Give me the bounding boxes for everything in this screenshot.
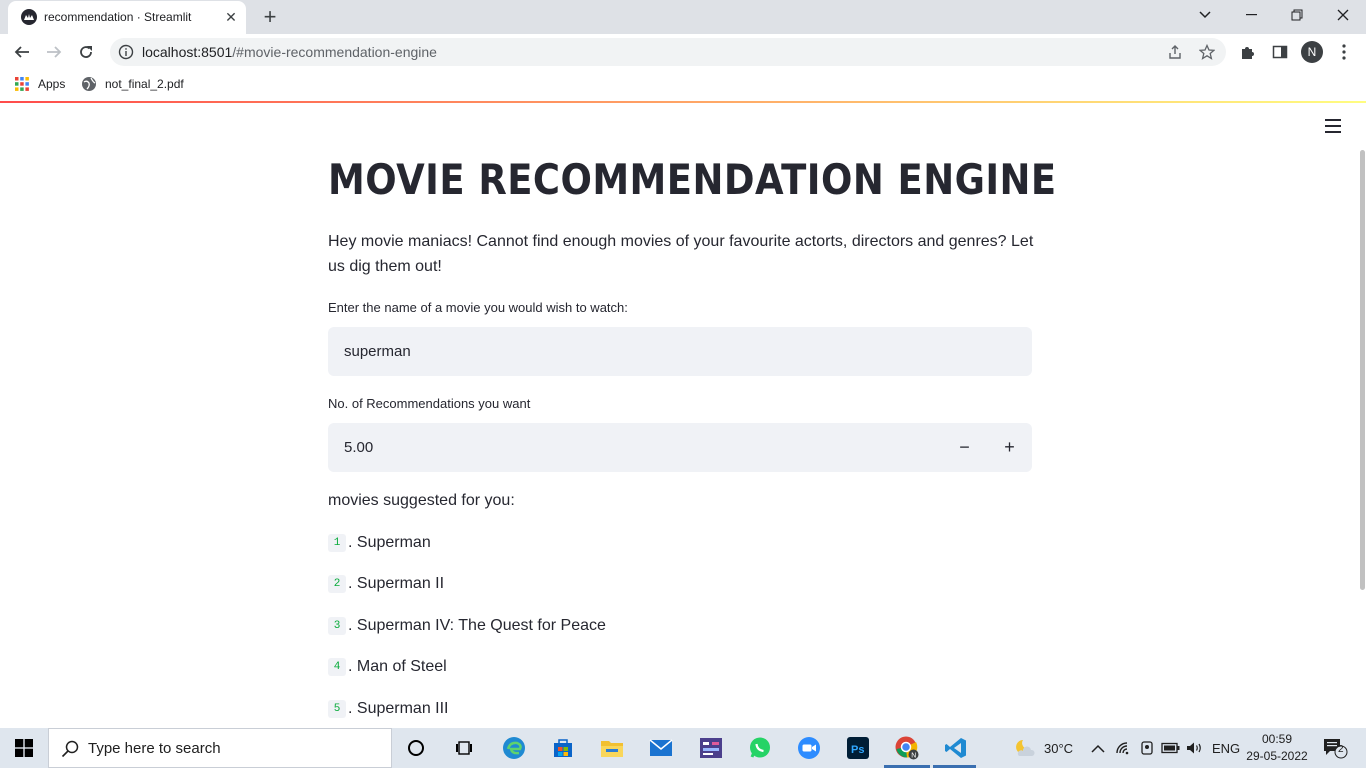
restore-button[interactable] (1274, 0, 1320, 30)
movie-name-input-container (328, 327, 1032, 376)
photoshop-icon[interactable]: Ps (844, 734, 872, 762)
svg-text:N: N (911, 753, 916, 760)
recommendation-item: 5 . Superman III (328, 700, 449, 718)
reload-icon[interactable] (72, 38, 100, 66)
page-scrollbar[interactable] (1359, 103, 1366, 728)
language-indicator[interactable]: ENG (1212, 728, 1240, 768)
recommendation-title: . Superman IV: The Quest for Peace (348, 617, 606, 634)
windows-start-icon[interactable] (0, 728, 48, 768)
increment-button[interactable]: + (987, 423, 1032, 472)
streamlit-favicon-icon (21, 9, 37, 25)
task-view-icon[interactable] (450, 734, 478, 762)
page-title: MOVIE RECOMMENDATION ENGINE (328, 155, 1057, 204)
notification-center-icon[interactable]: 2 (1322, 728, 1348, 768)
tab-title: recommendation · Streamlit (44, 10, 192, 24)
hamburger-menu-icon[interactable] (1325, 119, 1341, 133)
bookmarks-bar: Apps not_final_2.pdf (0, 70, 1366, 100)
tab-search-chevron-icon[interactable] (1182, 0, 1228, 30)
taskbar-search-box[interactable]: Type here to search (48, 728, 392, 768)
recommendation-number: 2 (328, 575, 346, 593)
share-icon[interactable] (1166, 43, 1184, 61)
browser-toolbar: localhost:8501/#movie-recommendation-eng… (0, 34, 1366, 70)
extensions-puzzle-icon[interactable] (1236, 38, 1260, 66)
clock-date: 29-05-2022 (1246, 749, 1308, 763)
cortana-icon[interactable] (402, 734, 430, 762)
recommendation-count-input-container: − + (328, 423, 1032, 472)
battery-icon[interactable] (1161, 728, 1181, 768)
new-tab-button[interactable]: + (258, 5, 282, 29)
profile-avatar[interactable]: N (1301, 41, 1323, 63)
windows-taskbar: Type here to search Ps N 30°C ENG 00:59 … (0, 728, 1366, 768)
close-window-button[interactable] (1320, 0, 1366, 30)
recommendation-title: . Superman II (348, 575, 445, 592)
forward-arrow-icon[interactable] (40, 38, 68, 66)
bookmark-star-icon[interactable] (1198, 43, 1216, 61)
minimize-button[interactable] (1228, 0, 1274, 30)
recommendation-item: 1 . Superman (328, 534, 431, 552)
volume-icon[interactable] (1186, 728, 1204, 768)
side-panel-icon[interactable] (1268, 38, 1292, 66)
movie-name-input[interactable] (328, 327, 1032, 376)
whatsapp-icon[interactable] (746, 734, 774, 762)
recommendation-title: . Superman (348, 534, 431, 551)
url-text: localhost:8501/#movie-recommendation-eng… (142, 44, 437, 60)
count-input-label: No. of Recommendations you want (328, 396, 531, 411)
browser-menu-icon[interactable] (1332, 38, 1356, 66)
search-icon (61, 740, 79, 758)
weather-moon-cloud-icon (1014, 739, 1036, 757)
calculator-app-icon[interactable] (697, 734, 725, 762)
address-bar[interactable]: localhost:8501/#movie-recommendation-eng… (110, 38, 1226, 66)
bookmark-pdf[interactable]: not_final_2.pdf (81, 76, 184, 92)
recommendation-count-input[interactable] (328, 423, 938, 472)
store-icon[interactable] (549, 734, 577, 762)
app-viewport: MOVIE RECOMMENDATION ENGINE Hey movie ma… (0, 103, 1366, 728)
apps-grid-icon (14, 76, 30, 92)
recommendation-number: 3 (328, 617, 346, 635)
browser-tabstrip: recommendation · Streamlit ✕ + (0, 0, 1366, 34)
decrement-button[interactable]: − (942, 423, 987, 472)
notification-count-badge: 2 (1338, 744, 1344, 755)
site-info-icon[interactable] (118, 44, 134, 60)
weather-widget[interactable]: 30°C (1014, 728, 1073, 768)
recommendation-item: 4 . Man of Steel (328, 658, 447, 676)
recommendation-item: 2 . Superman II (328, 575, 444, 593)
meet-now-icon[interactable] (1139, 728, 1155, 768)
intro-text: Hey movie maniacs! Cannot find enough mo… (328, 233, 1034, 275)
mail-icon[interactable] (647, 734, 675, 762)
taskbar-clock[interactable]: 00:59 29-05-2022 (1244, 731, 1310, 765)
movie-input-label: Enter the name of a movie you would wish… (328, 300, 628, 315)
edge-icon[interactable] (500, 734, 528, 762)
vscode-icon[interactable] (942, 734, 970, 762)
recommendation-item: 3 . Superman IV: The Quest for Peace (328, 617, 606, 635)
recommendation-number: 1 (328, 534, 346, 552)
browser-tab-active[interactable]: recommendation · Streamlit ✕ (8, 1, 246, 34)
tab-close-icon[interactable]: ✕ (222, 8, 240, 26)
scrollbar-thumb[interactable] (1360, 150, 1365, 590)
recommendation-number: 4 (328, 658, 346, 676)
recommendation-number: 5 (328, 700, 346, 718)
weather-temperature: 30°C (1044, 740, 1074, 756)
file-explorer-icon[interactable] (598, 734, 626, 762)
globe-icon (81, 76, 97, 92)
recommendation-title: . Man of Steel (348, 658, 447, 675)
network-icon[interactable] (1115, 728, 1131, 768)
bookmark-apps[interactable]: Apps (14, 76, 65, 92)
svg-text:Ps: Ps (851, 744, 864, 756)
zoom-icon[interactable] (795, 734, 823, 762)
back-arrow-icon[interactable] (8, 38, 36, 66)
chrome-icon[interactable]: N (893, 734, 921, 762)
results-heading: movies suggested for you: (328, 492, 515, 509)
show-hidden-icons-chevron-icon[interactable] (1091, 728, 1105, 768)
recommendation-title: . Superman III (348, 700, 449, 717)
clock-time: 00:59 (1261, 732, 1293, 746)
